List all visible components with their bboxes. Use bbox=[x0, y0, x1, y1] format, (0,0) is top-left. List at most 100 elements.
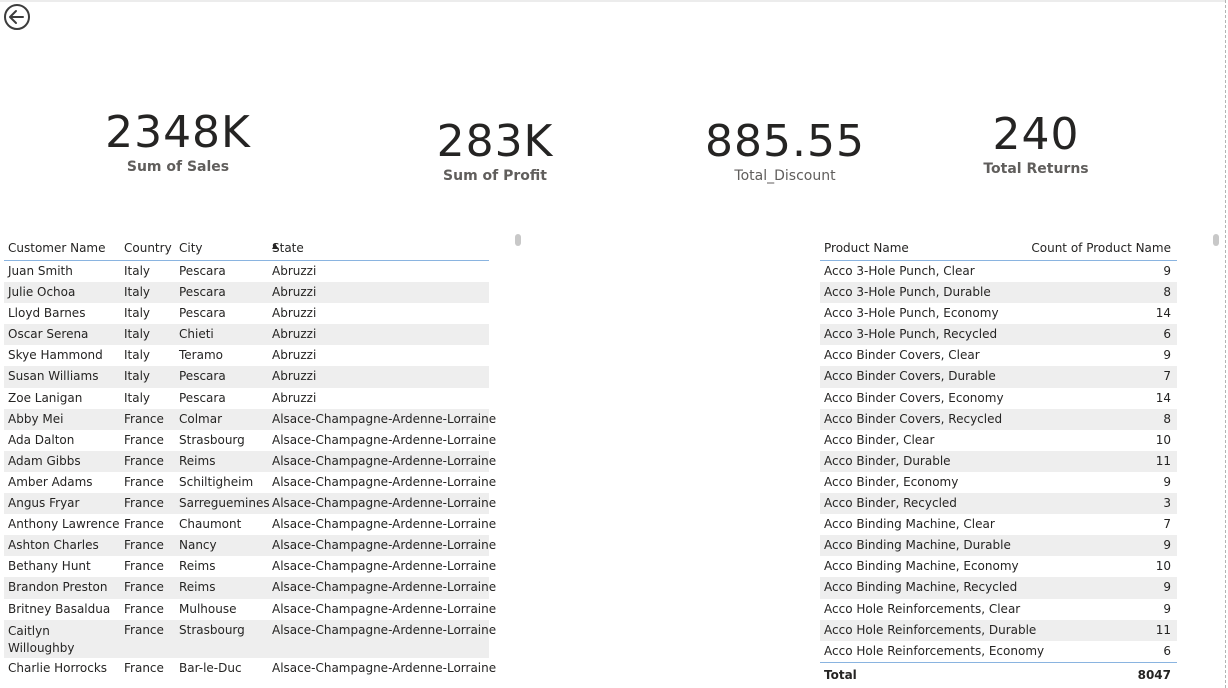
cell-city: Teramo bbox=[179, 348, 223, 363]
cell-city: Schiltigheim bbox=[179, 474, 254, 489]
cell-city: Chaumont bbox=[179, 517, 242, 532]
product-table-scrollbar[interactable] bbox=[1213, 234, 1219, 246]
cell-customer-name: Juan Smith bbox=[8, 264, 73, 278]
table-row[interactable]: Ada Dalton France Strasbourg Alsace-Champag… bbox=[4, 430, 496, 451]
table-row[interactable]: Skye Hammond Italy Teramo Abruzzi bbox=[4, 345, 489, 366]
card-total-returns[interactable]: 240 Total Returns bbox=[936, 110, 1136, 175]
cell-count: 6 bbox=[1163, 327, 1171, 342]
cell-city: Pescara bbox=[179, 264, 226, 278]
column-header-count-of-product-name[interactable]: Count of Product Name bbox=[1031, 241, 1171, 255]
table-row[interactable]: Zoe Lanigan Italy Pescara Abruzzi bbox=[4, 388, 489, 409]
table-row[interactable]: Caitlyn Willoughby France Strasbourg Alsace… bbox=[4, 619, 496, 658]
cell-customer-name: Charlie Horrocks bbox=[8, 660, 108, 675]
cell-product-name: Acco 3-Hole Punch, Clear bbox=[824, 264, 975, 278]
table-row[interactable]: Lloyd Barnes Italy Pescara Abruzzi bbox=[4, 303, 489, 324]
table-header: Product Name Count of Product Name bbox=[820, 233, 1177, 261]
table-row[interactable]: Acco Hole Reinforcements, Economy 6 bbox=[820, 641, 1177, 662]
cell-count: 7 bbox=[1163, 369, 1171, 384]
card-sum-of-sales[interactable]: 2348K Sum of Sales bbox=[78, 108, 278, 176]
card-value: 2348K bbox=[105, 107, 251, 158]
cell-customer-name: Anthony Lawrence bbox=[8, 517, 120, 532]
cell-customer-name: Zoe Lanigan bbox=[8, 390, 83, 405]
cell-country: Italy bbox=[124, 306, 151, 321]
cell-customer-name: Caitlyn Willoughby bbox=[8, 623, 75, 655]
cell-city: Pescara bbox=[179, 369, 226, 384]
table-row[interactable]: Abby Mei France Colmar Alsace-Champagne-Ard… bbox=[4, 408, 496, 430]
table-row[interactable]: Acco Binder Covers, Clear 9 bbox=[820, 345, 1177, 366]
table-row[interactable]: Acco 3-Hole Punch, Economy 14 bbox=[820, 303, 1177, 324]
cell-customer-name: Brandon Preston bbox=[8, 580, 108, 595]
cell-customer-name: Skye Hammond bbox=[8, 348, 103, 363]
table-row[interactable]: Acco 3-Hole Punch, Recycled 6 bbox=[820, 324, 1177, 346]
card-value: 283K bbox=[436, 116, 554, 167]
table-row[interactable]: Angus Fryar France Sarreguemines Alsace-Cha… bbox=[4, 493, 496, 515]
card-total-discount[interactable]: 885.55 Total_Discount bbox=[685, 117, 885, 185]
cell-city: Reims bbox=[179, 559, 216, 574]
table-row[interactable]: Oscar Serena Italy Chieti Abruzzi bbox=[4, 324, 489, 346]
card-label: Sum of Profit bbox=[443, 168, 547, 184]
cell-customer-name: Adam Gibbs bbox=[8, 453, 81, 468]
cell-state: Abruzzi bbox=[272, 390, 317, 405]
table-row[interactable]: Acco Binder, Recycled 3 bbox=[820, 493, 1177, 515]
cell-customer-name: Britney Basaldua bbox=[8, 601, 111, 616]
cell-state: Abruzzi bbox=[272, 285, 317, 300]
table-row[interactable]: Juan Smith Italy Pescara Abruzzi bbox=[4, 261, 489, 282]
cell-product-name: Acco Binder Covers, Clear bbox=[824, 348, 980, 363]
table-row[interactable]: Acco Binder, Clear 10 bbox=[820, 430, 1177, 451]
table-row[interactable]: Acco Hole Reinforcements, Durable 11 bbox=[820, 619, 1177, 641]
customer-table[interactable]: Customer Name Country City State ▲ Juan … bbox=[4, 233, 496, 679]
back-arrow-circle-icon[interactable] bbox=[3, 3, 31, 31]
cell-product-name: Acco Binder Covers, Durable bbox=[824, 369, 996, 384]
cell-count: 8 bbox=[1163, 411, 1171, 426]
table-row[interactable]: Acco Binding Machine, Durable 9 bbox=[820, 535, 1177, 557]
card-label: Sum of Sales bbox=[126, 159, 230, 175]
table-row[interactable]: Amber Adams France Schiltigheim Alsace-Cham… bbox=[4, 472, 496, 493]
table-row[interactable]: Adam Gibbs France Reims Alsace-Champagne-Ar… bbox=[4, 450, 496, 472]
cell-count: 11 bbox=[1155, 453, 1171, 468]
table-row[interactable]: Charlie Horrocks France Bar-le-Duc Alsace-C… bbox=[4, 658, 496, 679]
cell-country: Italy bbox=[124, 369, 151, 384]
column-header-customer-name[interactable]: Customer Name bbox=[8, 241, 106, 255]
table-row[interactable]: Acco Binding Machine, Economy 10 bbox=[820, 556, 1177, 577]
cell-count: 3 bbox=[1163, 496, 1171, 511]
column-header-product-name[interactable]: Product Name bbox=[824, 241, 909, 255]
cell-product-name: Acco Binder Covers, Recycled bbox=[824, 411, 1003, 426]
sort-ascending-icon[interactable]: ▲ bbox=[272, 241, 278, 250]
table-row[interactable]: Acco Binding Machine, Clear 7 bbox=[820, 514, 1177, 535]
cell-product-name: Acco 3-Hole Punch, Economy bbox=[824, 306, 999, 321]
cell-customer-name: Ashton Charles bbox=[8, 538, 99, 553]
table-row[interactable]: Britney Basaldua France Mulhouse Alsace-Cha… bbox=[4, 599, 496, 620]
table-row[interactable]: Bethany Hunt France Reims Alsace-Champagne-… bbox=[4, 556, 496, 577]
product-table[interactable]: Product Name Count of Product Name Acco … bbox=[820, 233, 1177, 684]
table-row[interactable]: Susan Williams Italy Pescara Abruzzi bbox=[4, 366, 489, 388]
cell-product-name: Acco Hole Reinforcements, Clear bbox=[824, 601, 1021, 616]
cell-count: 6 bbox=[1163, 643, 1171, 658]
table-row[interactable]: Acco Hole Reinforcements, Clear 9 bbox=[820, 599, 1177, 620]
table-row[interactable]: Acco Binding Machine, Recycled 9 bbox=[820, 577, 1177, 599]
cell-city: Reims bbox=[179, 453, 216, 468]
table-row[interactable]: Acco 3-Hole Punch, Durable 8 bbox=[820, 282, 1177, 304]
column-header-city[interactable]: City bbox=[179, 241, 203, 255]
table-row[interactable]: Julie Ochoa Italy Pescara Abruzzi bbox=[4, 282, 489, 304]
table-body: Juan Smith Italy Pescara Abruzzi Julie Ochoa… bbox=[4, 261, 496, 679]
table-row[interactable]: Acco Binder, Durable 11 bbox=[820, 450, 1177, 472]
card-sum-of-profit[interactable]: 283K Sum of Profit bbox=[395, 117, 595, 185]
cell-count: 8 bbox=[1163, 285, 1171, 300]
cell-city: Pescara bbox=[179, 306, 226, 321]
table-row[interactable]: Acco Binder, Economy 9 bbox=[820, 472, 1177, 493]
cell-city: Sarreguemines bbox=[179, 496, 270, 511]
customer-table-scrollbar[interactable] bbox=[515, 234, 521, 246]
cell-product-name: Acco Binder, Durable bbox=[824, 453, 951, 468]
table-row[interactable]: Anthony Lawrence France Chaumont Alsace-Cha… bbox=[4, 514, 496, 535]
table-body: Acco 3-Hole Punch, Clear 9 Acco 3-Hole Pun… bbox=[820, 261, 1177, 662]
table-row[interactable]: Ashton Charles France Nancy Alsace-Champagn… bbox=[4, 535, 496, 557]
table-row[interactable]: Acco Binder Covers, Economy 14 bbox=[820, 388, 1177, 409]
table-row[interactable]: Brandon Preston France Reims Alsace-Champag… bbox=[4, 577, 496, 599]
column-header-country[interactable]: Country bbox=[124, 241, 172, 255]
table-row[interactable]: Acco Binder Covers, Durable 7 bbox=[820, 366, 1177, 388]
cell-state: Alsace-Champagne-Ardenne-Lorraine bbox=[272, 411, 497, 426]
table-row[interactable]: Acco Binder Covers, Recycled 8 bbox=[820, 408, 1177, 430]
cell-product-name: Acco Binding Machine, Recycled bbox=[824, 580, 1018, 595]
cell-product-name: Acco Binder, Clear bbox=[824, 432, 935, 447]
table-row[interactable]: Acco 3-Hole Punch, Clear 9 bbox=[820, 261, 1177, 282]
